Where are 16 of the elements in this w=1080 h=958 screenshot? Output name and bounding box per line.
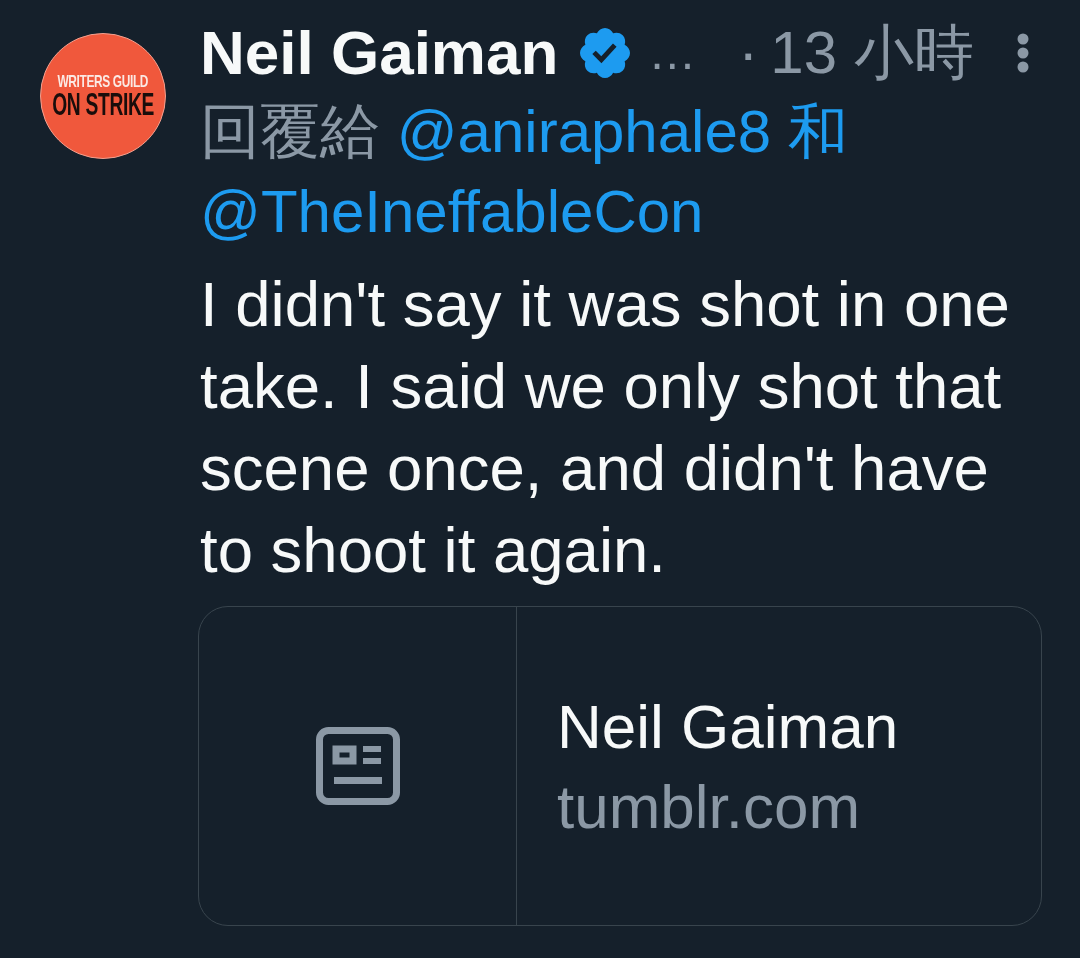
mention-link[interactable]: @TheIneffableCon bbox=[200, 178, 704, 245]
card-title: Neil Gaiman bbox=[557, 691, 899, 763]
mention-link[interactable]: @aniraphale8 bbox=[396, 98, 772, 165]
tweet-text: I didn't say it was shot in one take. I said we only shot that scene once, and didn't have to shoot it again. bbox=[200, 268, 1011, 587]
reply-line: 回覆給 @aniraphale8 和 @TheIneffableCon bbox=[200, 97, 849, 247]
avatar[interactable]: WRITERS GUILD ON STRIKE bbox=[40, 33, 166, 159]
author-name[interactable]: Neil Gaiman bbox=[200, 13, 559, 93]
link-card[interactable]: Neil Gaiman tumblr.com bbox=[198, 606, 1042, 926]
card-domain: tumblr.com bbox=[557, 771, 862, 843]
author-handle[interactable]: … bbox=[648, 13, 697, 93]
separator-dot: · bbox=[738, 18, 759, 88]
avatar-text: ON STRIKE bbox=[52, 90, 154, 119]
avatar-text: WRITERS GUILD bbox=[57, 73, 149, 90]
more-options-icon[interactable] bbox=[1016, 33, 1030, 73]
article-icon bbox=[315, 727, 400, 805]
post-time[interactable]: 13 小時 bbox=[770, 13, 974, 93]
